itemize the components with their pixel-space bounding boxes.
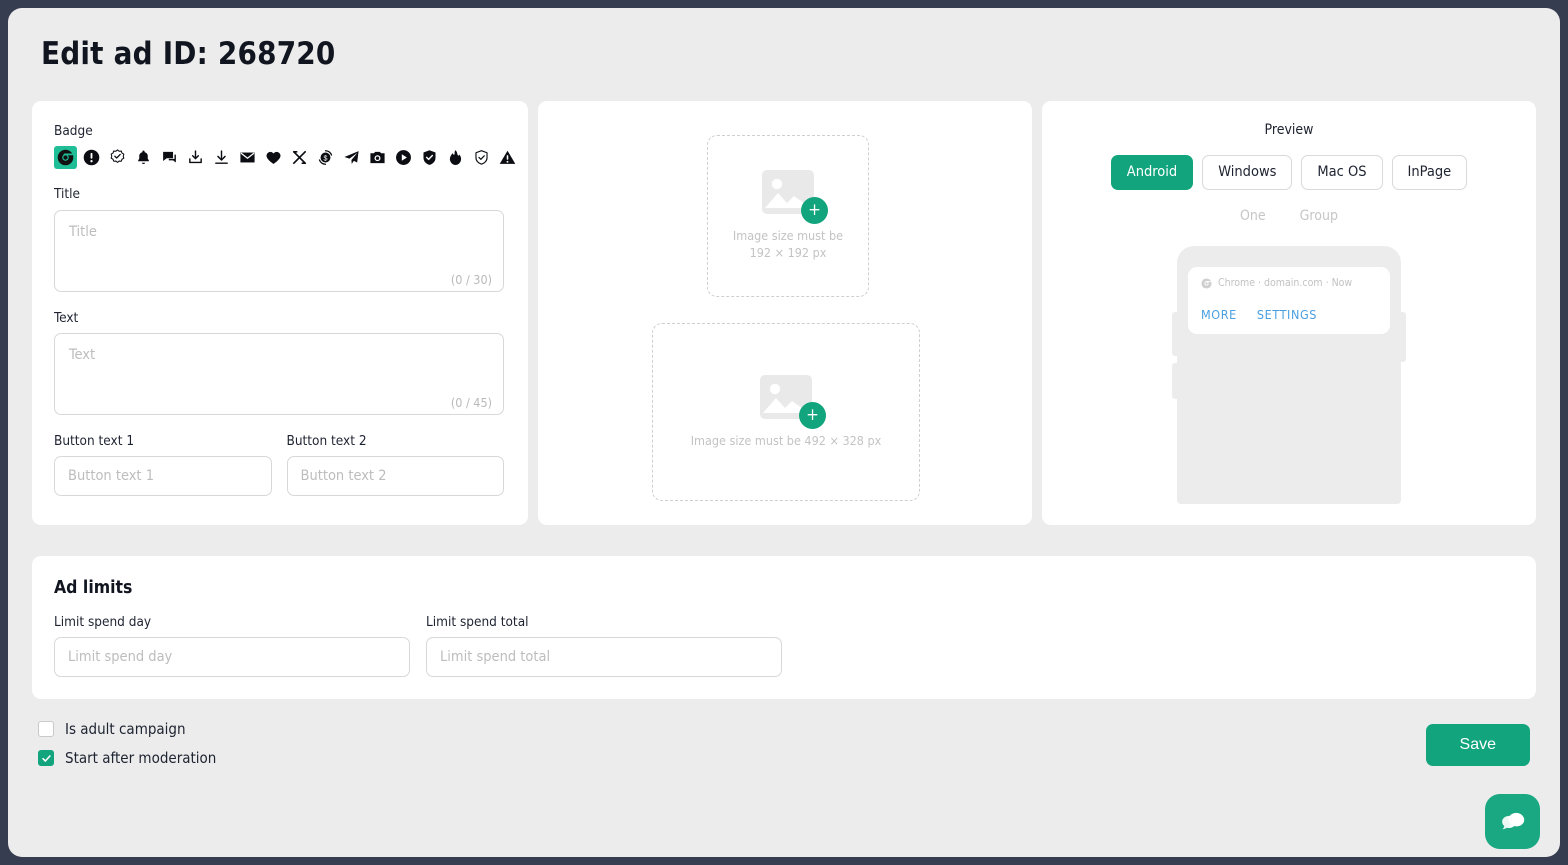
badge-shuffle-icon[interactable] [288, 146, 311, 169]
ad-limits-card: Ad limits Limit spend day Limit spend to… [32, 556, 1536, 700]
chat-launcher-button[interactable] [1485, 794, 1540, 849]
limit-spend-day-label: Limit spend day [54, 614, 152, 631]
tab-android[interactable]: Android [1110, 155, 1194, 190]
badge-envelope-icon[interactable] [236, 146, 259, 169]
editor-cards-row: Badge $ Title Title (0 / 30) Text Text (… [32, 101, 1536, 526]
limit-spend-total-input[interactable] [426, 637, 782, 678]
tab-mac-os[interactable]: Mac OS [1301, 155, 1383, 190]
tab-inpage[interactable]: InPage [1391, 155, 1468, 190]
title-field-wrap: (0 / 30) [54, 209, 504, 296]
text-label: Text [54, 309, 79, 326]
button-text-1-label: Button text 1 [54, 432, 135, 449]
button-text-2-label: Button text 2 [286, 432, 367, 449]
notification-more-action[interactable]: MORE [1201, 307, 1237, 322]
preview-heading: Preview [1264, 122, 1314, 139]
button-text-2-input[interactable] [286, 455, 504, 496]
chrome-small-icon [1201, 278, 1212, 289]
preview-mode-tabs: One Group [1042, 208, 1536, 224]
badge-shield-check-outline-icon[interactable] [470, 146, 493, 169]
badge-shield-check-filled-icon[interactable] [418, 146, 441, 169]
badge-chrome-icon[interactable] [54, 146, 77, 170]
svg-text:$: $ [324, 155, 328, 163]
badge-camera-icon[interactable] [366, 146, 389, 169]
limit-spend-total-label: Limit spend total [426, 614, 529, 631]
banner-image-hint: Image size must be 492 × 328 px [690, 432, 882, 448]
badge-label: Badge [54, 123, 93, 140]
ad-media-card: + Image size must be 192 × 192 px + Imag… [538, 101, 1032, 526]
badge-exclamation-circle-icon[interactable] [80, 146, 103, 169]
is-adult-campaign-label: Is adult campaign [65, 719, 186, 738]
title-label: Title [54, 186, 80, 203]
icon-image-dropzone[interactable]: + Image size must be 192 × 192 px [707, 135, 869, 298]
is-adult-campaign-row[interactable]: Is adult campaign [38, 719, 216, 738]
button-text-row: Button text 1 Button text 2 [54, 433, 504, 496]
tab-one[interactable]: One [1240, 208, 1266, 224]
preview-os-tabs: Android Windows Mac OS InPage [1042, 155, 1536, 190]
badge-flame-icon[interactable] [444, 146, 467, 169]
save-button[interactable]: Save [1425, 724, 1530, 767]
button-text-1-input[interactable] [54, 455, 272, 496]
ad-preview-card: Preview Android Windows Mac OS InPage On… [1042, 101, 1536, 526]
badge-bell-icon[interactable] [132, 146, 155, 169]
icon-image-hint: Image size must be 192 × 192 px [732, 228, 844, 261]
notification-preview: Chrome · domain.com · Now MORE SETTINGS [1188, 266, 1390, 334]
title-input[interactable] [54, 209, 504, 292]
footer-checkboxes: Is adult campaign Start after moderation [38, 719, 217, 767]
image-placeholder-icon: + [760, 374, 826, 429]
notification-meta-row: Chrome · domain.com · Now [1201, 278, 1377, 289]
add-image-button[interactable]: + [799, 401, 826, 429]
text-field-wrap: (0 / 45) [54, 332, 504, 419]
check-icon [41, 754, 51, 762]
phone-side-button [1172, 311, 1179, 356]
notification-actions: MORE SETTINGS [1201, 307, 1377, 322]
badge-picker[interactable]: $ [54, 146, 516, 170]
badge-paper-plane-icon[interactable] [340, 146, 363, 169]
tab-windows[interactable]: Windows [1202, 155, 1293, 190]
chat-bubbles-icon [1501, 812, 1524, 829]
app-page: Edit ad ID: 268720 Badge $ Title Title (… [8, 8, 1560, 857]
ad-content-card: Badge $ Title Title (0 / 30) Text Text (… [32, 101, 528, 526]
notification-meta: Chrome · domain.com · Now [1218, 276, 1353, 289]
start-after-moderation-row[interactable]: Start after moderation [38, 748, 217, 767]
page-title: Edit ad ID: 268720 [41, 36, 336, 72]
phone-side-button [1172, 362, 1179, 399]
badge-check-badge-icon[interactable] [106, 146, 129, 169]
tab-group[interactable]: Group [1300, 208, 1338, 224]
is-adult-campaign-checkbox[interactable] [38, 721, 54, 738]
badge-warning-triangle-icon[interactable] [496, 146, 519, 169]
badge-chat-bubble-icon[interactable] [158, 146, 181, 169]
phone-side-button [1399, 311, 1406, 362]
badge-play-circle-icon[interactable] [392, 146, 415, 169]
phone-mockup: Chrome · domain.com · Now MORE SETTINGS [1172, 245, 1406, 504]
start-after-moderation-checkbox[interactable] [38, 750, 54, 767]
notification-settings-action[interactable]: SETTINGS [1257, 307, 1317, 322]
start-after-moderation-label: Start after moderation [65, 748, 217, 767]
form-footer: Is adult campaign Start after moderation… [32, 719, 1536, 767]
limit-spend-day-input[interactable] [54, 637, 410, 678]
image-placeholder-icon: + [762, 170, 828, 225]
badge-heart-icon[interactable] [262, 146, 285, 169]
text-input[interactable] [54, 332, 504, 415]
badge-money-refresh-icon[interactable]: $ [314, 146, 337, 169]
banner-image-dropzone[interactable]: + Image size must be 492 × 328 px [652, 323, 920, 502]
badge-download-tray-icon[interactable] [184, 146, 207, 169]
ad-limits-fields: Limit spend day Limit spend total [54, 614, 1514, 678]
badge-download-arrow-icon[interactable] [210, 146, 233, 169]
ad-limits-heading: Ad limits [54, 578, 133, 599]
add-image-button[interactable]: + [801, 197, 828, 225]
